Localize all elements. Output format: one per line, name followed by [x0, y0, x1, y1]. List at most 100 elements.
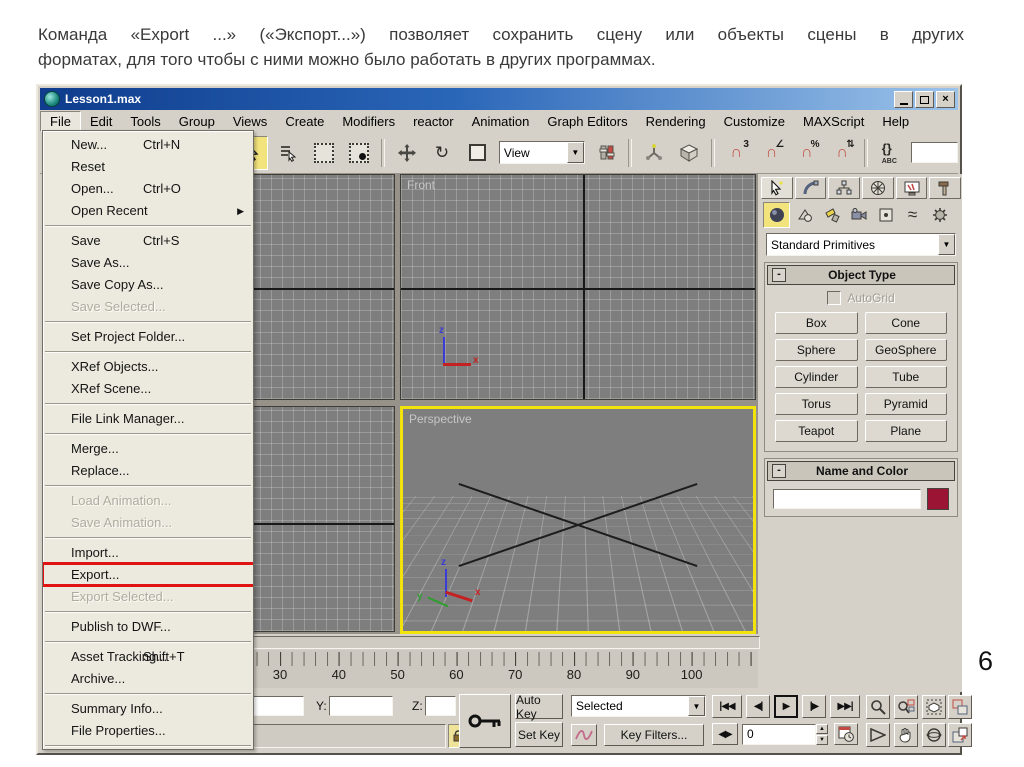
current-frame-field[interactable]: 0: [742, 724, 816, 745]
menubar-item-edit[interactable]: Edit: [81, 112, 121, 131]
pan-button[interactable]: [894, 723, 918, 747]
dropdown-arrow-icon[interactable]: ▼: [688, 696, 705, 716]
tab-create[interactable]: [761, 177, 793, 199]
tab-motion[interactable]: [862, 177, 894, 199]
category-helpers-button[interactable]: [873, 203, 898, 227]
file-menu-item-save-copy-as[interactable]: Save Copy As...: [43, 274, 253, 296]
file-menu-item-archive[interactable]: Archive...: [43, 668, 253, 690]
restore-button[interactable]: [915, 90, 934, 108]
tab-display[interactable]: [895, 177, 928, 199]
menubar-item-graph-editors[interactable]: Graph Editors: [538, 112, 636, 131]
tab-hierarchy[interactable]: [828, 177, 861, 199]
field-of-view-button[interactable]: [866, 723, 890, 747]
object-type-rollout-header[interactable]: - Object Type: [767, 265, 955, 285]
key-filters-button[interactable]: Key Filters...: [604, 724, 704, 746]
menubar-item-tools[interactable]: Tools: [121, 112, 169, 131]
create-geosphere-button[interactable]: GeoSphere: [864, 339, 947, 361]
named-selection-sets-button[interactable]: {} ABC: [875, 137, 904, 169]
file-menu-item-asset-tracking[interactable]: Asset Tracking... Shift+T: [43, 646, 253, 668]
file-menu-item-replace[interactable]: Replace...: [43, 460, 253, 482]
select-and-move-button[interactable]: [392, 137, 421, 169]
z-coordinate-field[interactable]: [425, 696, 456, 716]
next-frame-button[interactable]: |▶: [802, 695, 826, 718]
file-menu-item-file-link-manager[interactable]: File Link Manager...: [43, 408, 253, 430]
menubar-item-create[interactable]: Create: [276, 112, 333, 131]
auto-key-button[interactable]: Auto Key: [515, 693, 563, 721]
menubar-item-group[interactable]: Group: [170, 112, 224, 131]
minimize-button[interactable]: [894, 90, 913, 108]
file-menu-item-open[interactable]: Open... Ctrl+O: [43, 178, 253, 200]
angle-snap-toggle-button[interactable]: ∩ ∠: [757, 137, 786, 169]
tab-utilities[interactable]: [929, 177, 962, 199]
category-geometry-button[interactable]: [763, 202, 790, 228]
toolbar-button-jack[interactable]: [639, 137, 668, 169]
file-menu-item-save-as[interactable]: Save As...: [43, 252, 253, 274]
autogrid-checkbox[interactable]: [827, 291, 842, 305]
create-pyramid-button[interactable]: Pyramid: [864, 393, 947, 415]
go-to-start-button[interactable]: |◀◀: [712, 695, 742, 718]
rectangular-selection-region-button[interactable]: [310, 137, 339, 169]
min-max-toggle-button[interactable]: [948, 723, 972, 747]
percent-snap-toggle-button[interactable]: ∩%: [792, 137, 821, 169]
toolbar-button-cube[interactable]: [674, 137, 703, 169]
create-cylinder-button[interactable]: Cylinder: [775, 366, 858, 388]
file-menu-item-file-properties[interactable]: File Properties...: [43, 720, 253, 742]
go-to-end-button[interactable]: ▶▶|: [830, 695, 860, 718]
zoom-extents-all-button[interactable]: [948, 695, 972, 719]
create-plane-button[interactable]: Plane: [864, 420, 947, 442]
reference-coordinate-dropdown[interactable]: View ▼: [498, 141, 585, 164]
create-tube-button[interactable]: Tube: [864, 366, 947, 388]
menubar-item-customize[interactable]: Customize: [715, 112, 794, 131]
play-button[interactable]: ▶: [774, 695, 798, 718]
select-and-scale-button[interactable]: [463, 137, 492, 169]
select-by-name-button[interactable]: [274, 137, 303, 169]
window-crossing-selection-button[interactable]: [345, 137, 374, 169]
menubar-item-rendering[interactable]: Rendering: [637, 112, 715, 131]
time-configuration-button[interactable]: [834, 723, 858, 745]
category-systems-button[interactable]: [927, 203, 952, 227]
dropdown-arrow-icon[interactable]: ▼: [938, 234, 955, 255]
file-menu-item-new[interactable]: New... Ctrl+N: [43, 134, 253, 156]
create-cone-button[interactable]: Cone: [864, 312, 947, 334]
spinner-up-icon[interactable]: ▲: [816, 724, 828, 734]
named-selection-dropdown[interactable]: [910, 142, 958, 163]
spinner-snap-toggle-button[interactable]: ∩ ⇅: [827, 137, 856, 169]
category-dropdown[interactable]: Standard Primitives ▼: [766, 233, 956, 256]
file-menu-item-xref-objects[interactable]: XRef Objects...: [43, 356, 253, 378]
dropdown-arrow-icon[interactable]: ▼: [566, 142, 584, 163]
create-sphere-button[interactable]: Sphere: [775, 339, 858, 361]
file-menu-item-set-project-folder[interactable]: Set Project Folder...: [43, 326, 253, 348]
set-key-toggle-button[interactable]: [459, 694, 511, 748]
file-menu-item-save-selected[interactable]: Save Selected...: [43, 296, 253, 318]
file-menu-item-export-selected[interactable]: Export Selected...: [43, 586, 253, 608]
create-torus-button[interactable]: Torus: [775, 393, 858, 415]
arc-rotate-button[interactable]: [922, 723, 946, 747]
category-lights-button[interactable]: [819, 203, 844, 227]
selection-set-dropdown[interactable]: Selected ▼: [571, 695, 706, 717]
create-teapot-button[interactable]: Teapot: [775, 420, 858, 442]
menubar-item-reactor[interactable]: reactor: [404, 112, 462, 131]
set-key-button[interactable]: Set Key: [515, 722, 563, 747]
zoom-button[interactable]: [866, 695, 890, 719]
object-color-swatch[interactable]: [927, 488, 949, 510]
tab-modify[interactable]: [794, 177, 827, 199]
spinner-down-icon[interactable]: ▼: [816, 735, 828, 745]
menubar-item-views[interactable]: Views: [224, 112, 276, 131]
default-in-out-tangent-button[interactable]: [571, 724, 597, 746]
select-and-manipulate-button[interactable]: [592, 137, 621, 169]
zoom-all-button[interactable]: [894, 695, 918, 719]
menubar-item-modifiers[interactable]: Modifiers: [333, 112, 404, 131]
category-shapes-button[interactable]: [792, 203, 817, 227]
menubar-item-animation[interactable]: Animation: [463, 112, 539, 131]
file-menu-item-xref-scene[interactable]: XRef Scene...: [43, 378, 253, 400]
file-menu-item-import[interactable]: Import...: [43, 542, 253, 564]
file-menu-item-open-recent[interactable]: Open Recent ▶: [43, 200, 253, 222]
name-color-rollout-header[interactable]: - Name and Color: [767, 461, 955, 481]
file-menu-item-summary-info[interactable]: Summary Info...: [43, 698, 253, 720]
file-menu-item-save-animation[interactable]: Save Animation...: [43, 512, 253, 534]
menubar-item-maxscript[interactable]: MAXScript: [794, 112, 873, 131]
file-menu-item-reset[interactable]: Reset: [43, 156, 253, 178]
file-menu-item-publish-to-dwf[interactable]: Publish to DWF...: [43, 616, 253, 638]
menubar-item-help[interactable]: Help: [873, 112, 918, 131]
zoom-extents-button[interactable]: [922, 695, 946, 719]
